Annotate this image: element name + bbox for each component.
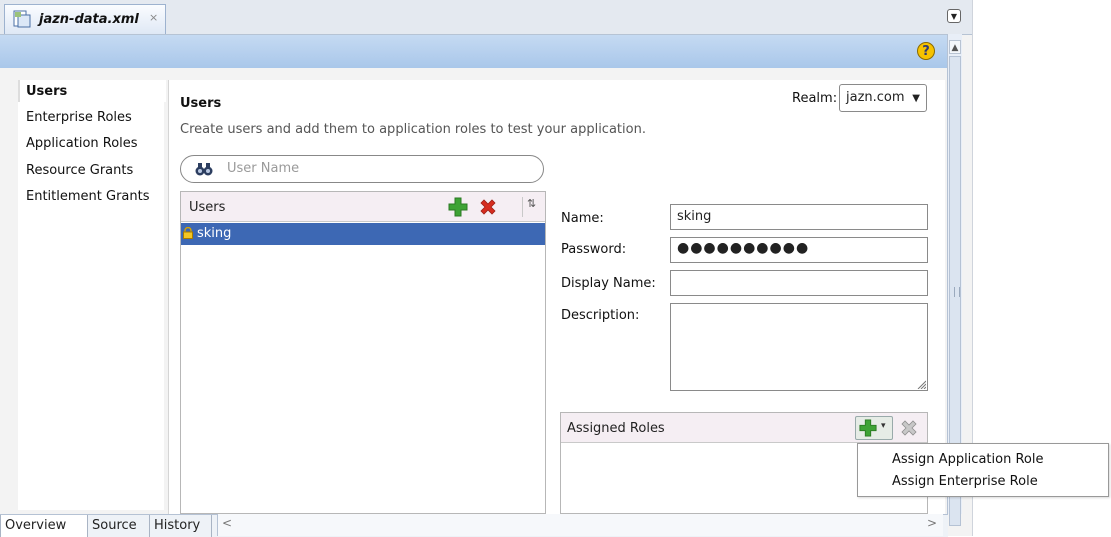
users-list-title: Users (189, 200, 226, 215)
tab-source[interactable]: Source (88, 515, 150, 537)
page-title: Users (180, 96, 222, 111)
tab-jazn-data-xml[interactable]: jazn-data.xml × (4, 4, 166, 34)
display-name-field[interactable] (670, 270, 928, 296)
xml-file-icon (13, 10, 31, 28)
chevron-down-icon: ▾ (881, 421, 886, 431)
nav-item-entitlement-grants[interactable]: Entitlement Grants (26, 189, 150, 204)
sort-icon[interactable]: ⇅ (522, 197, 545, 217)
display-name-label: Display Name: (561, 276, 656, 291)
chevron-down-icon: ▼ (912, 93, 920, 104)
nav-item-resource-grants[interactable]: Resource Grants (26, 163, 133, 178)
editor-header-band (0, 35, 948, 68)
nav-item-users[interactable]: Users (26, 84, 67, 99)
page-description: Create users and add them to application… (180, 122, 646, 137)
vertical-scrollbar[interactable]: ▲ (947, 34, 962, 526)
description-label: Description: (561, 308, 640, 323)
name-value: sking (677, 209, 712, 224)
menu-item-assign-enterprise-role[interactable]: Assign Enterprise Role (892, 474, 1038, 489)
scroll-up-icon[interactable]: ▲ (949, 40, 961, 54)
user-search-field[interactable]: User Name (180, 155, 544, 183)
user-name: sking (197, 226, 232, 241)
password-value: ●●●●●●●●●● (677, 240, 810, 256)
assigned-roles-title: Assigned Roles (567, 421, 665, 436)
scroll-left-icon[interactable]: < (222, 516, 232, 530)
description-textarea[interactable] (670, 303, 928, 391)
section-nav: Users Enterprise Roles Application Roles… (18, 80, 166, 510)
tab-overview[interactable]: Overview (0, 515, 88, 537)
help-icon[interactable]: ? (917, 42, 935, 60)
name-label: Name: (561, 211, 604, 226)
resize-grip-icon[interactable] (916, 379, 926, 389)
password-field[interactable]: ●●●●●●●●●● (670, 237, 928, 263)
nav-item-enterprise-roles[interactable]: Enterprise Roles (26, 110, 132, 125)
scroll-right-icon[interactable]: > (927, 516, 937, 530)
tab-title: jazn-data.xml (39, 12, 139, 27)
lock-icon (183, 227, 193, 239)
editor-tab-strip: jazn-data.xml × ▼ (0, 0, 972, 35)
realm-value: jazn.com (846, 90, 905, 105)
add-user-icon[interactable] (448, 197, 468, 217)
search-placeholder: User Name (227, 161, 300, 176)
delete-user-icon[interactable] (478, 197, 498, 217)
nav-item-application-roles[interactable]: Application Roles (26, 136, 138, 151)
binoculars-icon (195, 163, 213, 176)
assign-role-button[interactable]: ▾ (855, 416, 893, 440)
tab-history[interactable]: History (150, 515, 212, 537)
add-icon (859, 419, 877, 437)
menu-item-assign-application-role[interactable]: Assign Application Role (892, 452, 1043, 467)
assign-role-menu: Assign Application Role Assign Enterpris… (857, 443, 1109, 497)
remove-role-icon[interactable] (899, 418, 919, 438)
password-label: Password: (561, 242, 627, 257)
horizontal-scrollbar[interactable]: < > (217, 514, 943, 536)
table-row[interactable]: sking (181, 223, 545, 245)
realm-select[interactable]: jazn.com ▼ (839, 84, 927, 112)
name-field[interactable]: sking (670, 204, 928, 230)
close-icon[interactable]: × (149, 11, 158, 24)
tab-list-dropdown-icon[interactable]: ▼ (947, 9, 961, 23)
grip-icon (954, 287, 960, 297)
realm-label: Realm: (792, 91, 838, 106)
